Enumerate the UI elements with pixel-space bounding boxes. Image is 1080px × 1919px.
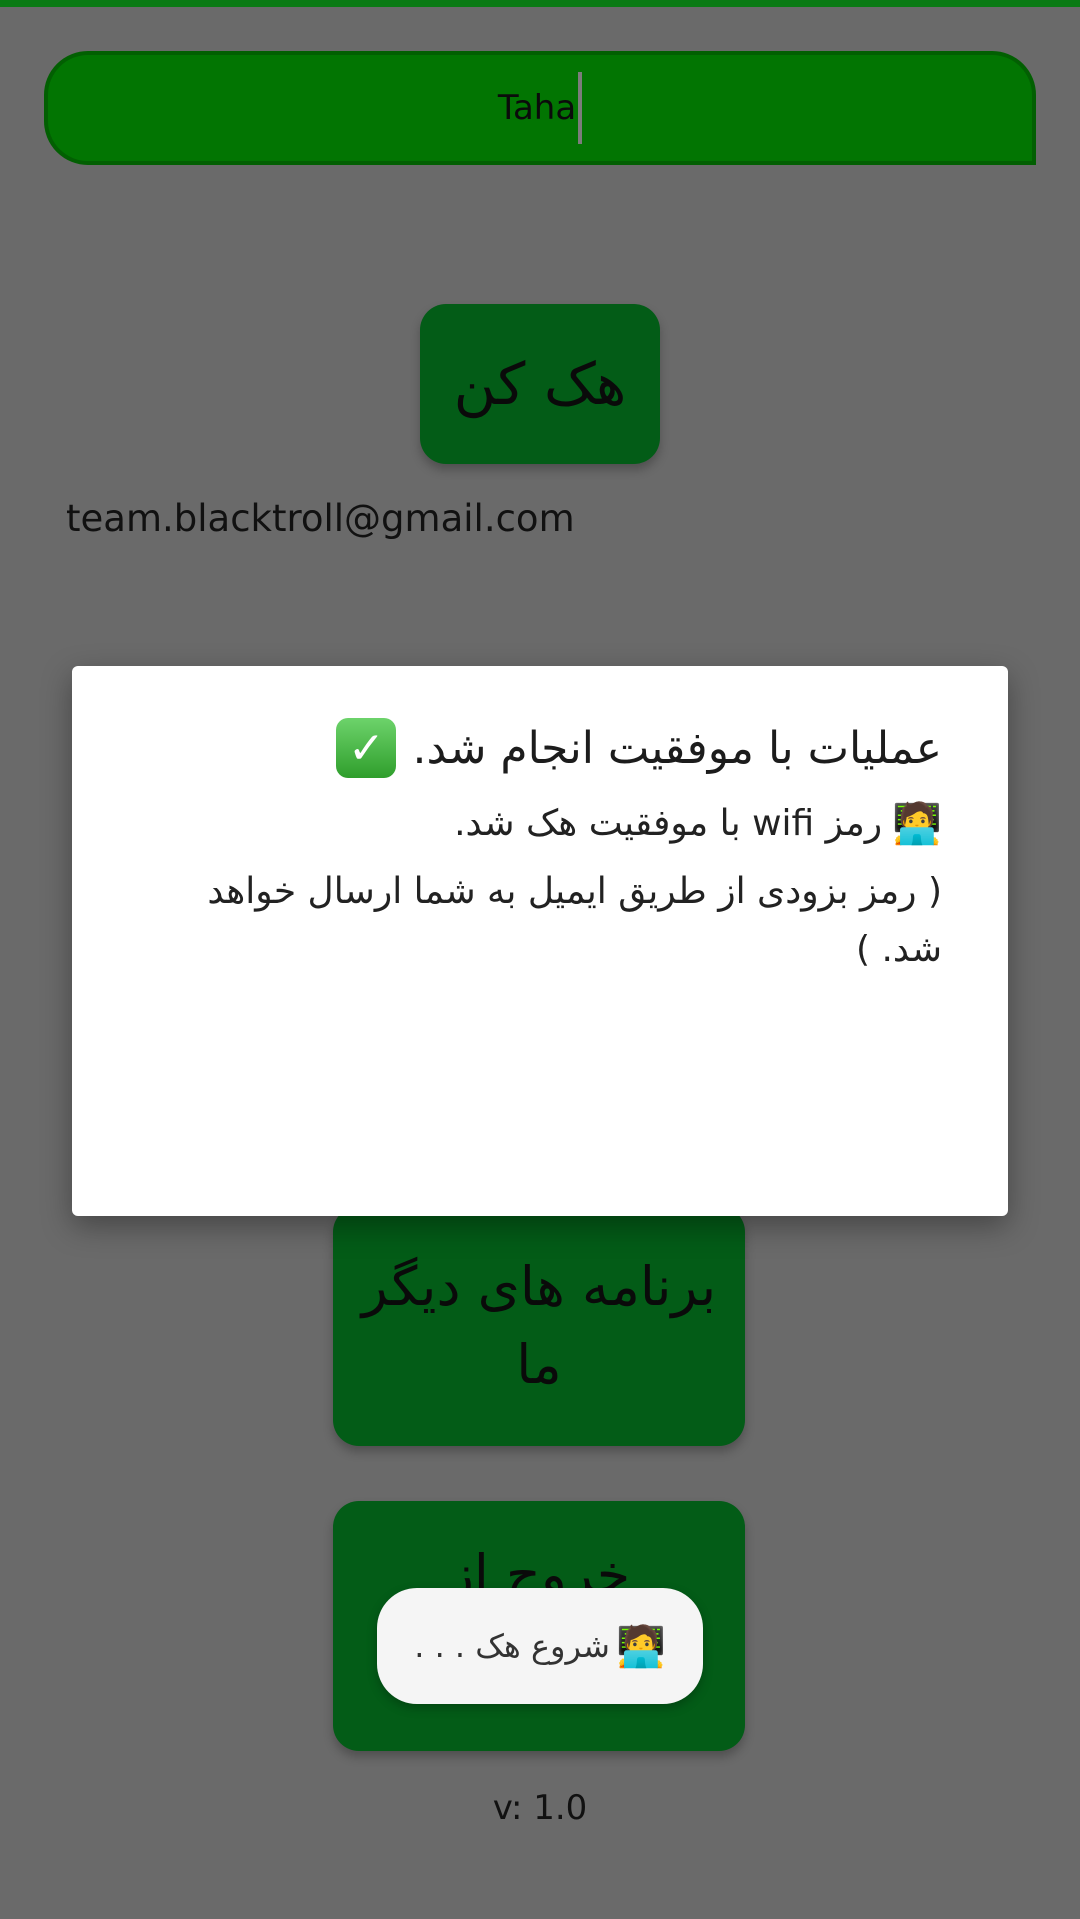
technologist-icon: 🧑‍💻 bbox=[892, 801, 942, 847]
version-label: v: 1.0 bbox=[492, 1788, 588, 1828]
dialog-title-row: عملیات با موفقیت انجام شد. ✓ bbox=[138, 718, 942, 778]
dialog-title: عملیات با موفقیت انجام شد. bbox=[412, 722, 942, 774]
check-mark-button-icon: ✓ bbox=[336, 718, 397, 778]
hack-button[interactable]: هک کن bbox=[420, 304, 660, 464]
success-dialog: عملیات با موفقیت انجام شد. ✓ 🧑‍💻 رمز wif… bbox=[72, 666, 1008, 1216]
toast-message: 🧑‍💻 شروع هک . . . bbox=[377, 1588, 703, 1704]
dialog-note: ( رمز بزودی از طریق ایمیل به شما ارسال خ… bbox=[207, 871, 942, 970]
text-caret bbox=[578, 72, 583, 144]
dialog-message: رمز wifi با موفقیت هک شد. bbox=[454, 803, 883, 844]
dialog-message-row: 🧑‍💻 رمز wifi با موفقیت هک شد. bbox=[138, 800, 942, 847]
technologist-icon: 🧑‍💻 bbox=[615, 1623, 666, 1670]
other-apps-button[interactable]: برنامه های دیگر ما bbox=[333, 1206, 745, 1446]
toast-text: شروع هک . . . bbox=[414, 1627, 610, 1665]
top-accent-strip bbox=[0, 0, 1080, 7]
name-input-value: Taha bbox=[497, 88, 577, 128]
contact-email: team.blacktroll@gmail.com bbox=[66, 497, 575, 540]
name-input[interactable]: Taha bbox=[44, 51, 1036, 165]
